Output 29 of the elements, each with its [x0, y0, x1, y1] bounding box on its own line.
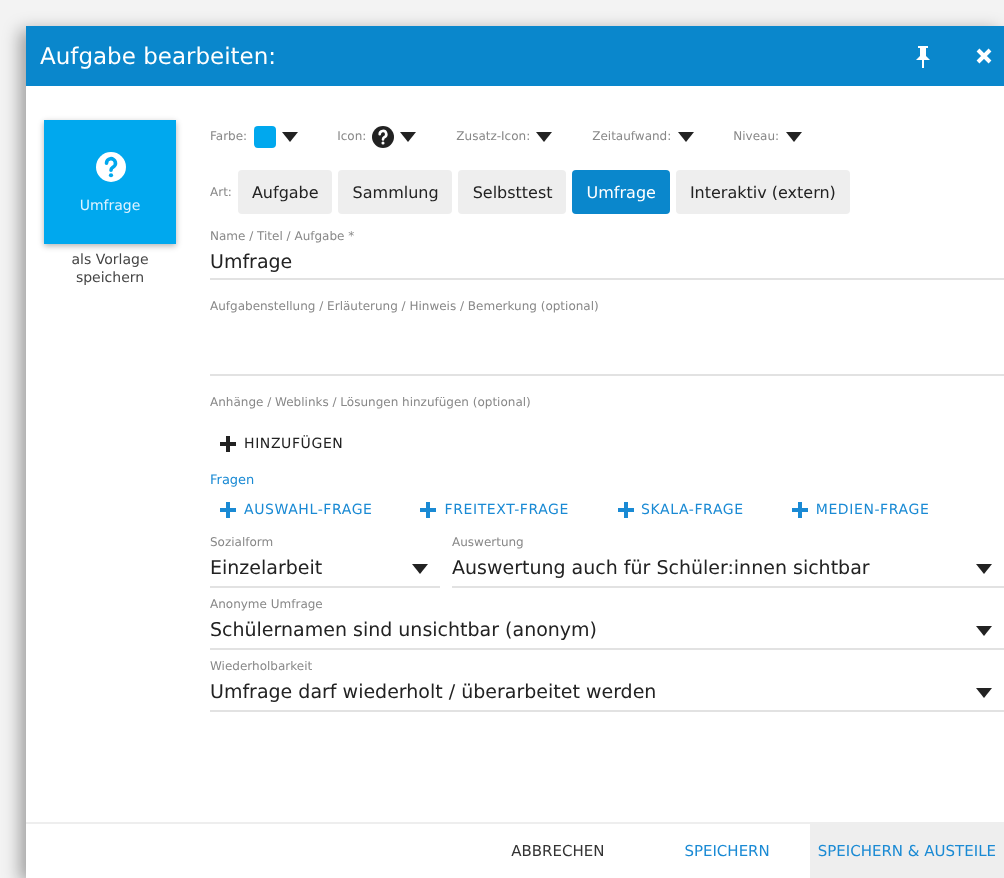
plus-icon	[220, 502, 236, 518]
question-icon	[372, 125, 395, 147]
plus-icon	[791, 502, 808, 518]
type-tab[interactable]: Interaktiv (extern)	[675, 170, 850, 214]
type-tab[interactable]: Aufgabe	[237, 170, 333, 214]
name-field[interactable]: Umfrage	[210, 244, 1004, 280]
select-field[interactable]: Umfrage darf wiederholt / überarbeitet werden	[210, 674, 1004, 712]
select-field[interactable]: Auswertung auch für Schüler:innen sichtbar	[452, 550, 1004, 588]
caret-icon	[976, 625, 992, 635]
caret-icon	[677, 131, 694, 141]
caret-icon	[281, 131, 298, 141]
plus-icon	[617, 502, 634, 518]
caret-icon	[976, 563, 992, 573]
question-icon	[95, 151, 125, 181]
caret-icon	[536, 131, 553, 141]
plus-icon	[220, 436, 236, 452]
type-tab[interactable]: Umfrage	[572, 170, 670, 214]
caret-icon	[785, 131, 802, 141]
plus-icon	[420, 502, 437, 518]
type-tab[interactable]: Selbsttest	[458, 170, 567, 214]
type-tab[interactable]: Sammlung	[338, 170, 453, 214]
caret-icon	[412, 563, 428, 573]
caret-icon	[400, 131, 417, 141]
select-field[interactable]: Schülernamen sind unsichtbar (anonym)	[210, 612, 1004, 650]
caret-icon	[976, 687, 992, 697]
select-field[interactable]: Einzelarbeit	[210, 550, 440, 588]
close-icon[interactable]	[976, 48, 992, 64]
pin-icon[interactable]	[914, 45, 932, 67]
window-title: Aufgabe bearbeiten:	[40, 42, 279, 70]
